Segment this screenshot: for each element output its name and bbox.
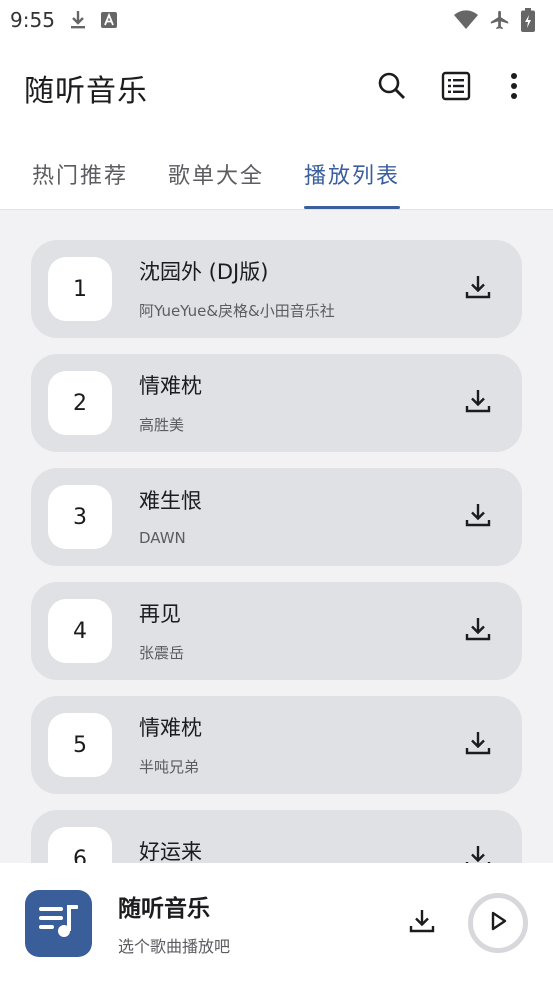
download-icon [465, 616, 491, 646]
song-index: 3 [48, 485, 112, 549]
tab-play-queue[interactable]: 播放列表 [304, 136, 401, 209]
play-button[interactable] [468, 893, 528, 953]
more-vert-icon [510, 72, 518, 104]
album-cover [25, 889, 92, 957]
song-item[interactable]: 6 好运来 [31, 810, 522, 863]
mini-player[interactable]: 随听音乐 选个歌曲播放吧 [0, 863, 553, 983]
song-item[interactable]: 4 再见 张震岳 [31, 582, 522, 680]
list-view-button[interactable] [431, 63, 481, 113]
song-index: 2 [48, 371, 112, 435]
music-note-icon [36, 901, 82, 945]
download-icon [69, 10, 87, 30]
song-index: 6 [48, 827, 112, 863]
song-title: 情难枕 [139, 715, 202, 740]
search-button[interactable] [367, 63, 417, 113]
song-item[interactable]: 3 难生恨 DAWN [31, 468, 522, 566]
song-item[interactable]: 5 情难枕 半吨兄弟 [31, 696, 522, 794]
download-button[interactable] [458, 611, 498, 651]
song-title: 再见 [139, 601, 181, 626]
song-artist: DAWN [139, 529, 186, 547]
list-icon [441, 71, 471, 105]
status-time: 9:55 [10, 8, 55, 32]
play-icon [489, 911, 507, 935]
more-options-button[interactable] [499, 63, 529, 113]
song-item[interactable]: 1 沈园外 (DJ版) 阿YueYue&戾格&小田音乐社 [31, 240, 522, 338]
airplane-icon [489, 9, 511, 31]
search-icon [377, 71, 407, 105]
app-title: 随听音乐 [24, 74, 148, 109]
download-button[interactable] [458, 383, 498, 423]
download-button[interactable] [458, 725, 498, 765]
text-a-icon [100, 12, 117, 28]
tab-playlists[interactable]: 歌单大全 [168, 136, 264, 209]
download-icon [409, 908, 435, 938]
playlist-content[interactable]: 1 沈园外 (DJ版) 阿YueYue&戾格&小田音乐社 2 情难枕 高胜美 3… [0, 210, 553, 863]
song-item[interactable]: 2 情难枕 高胜美 [31, 354, 522, 452]
song-index: 5 [48, 713, 112, 777]
download-icon [465, 730, 491, 760]
tab-hot-recommend[interactable]: 热门推荐 [32, 136, 128, 209]
song-artist: 阿YueYue&戾格&小田音乐社 [139, 301, 335, 320]
song-title: 沈园外 (DJ版) [139, 259, 269, 284]
download-button[interactable] [458, 839, 498, 863]
app-bar: 随听音乐 [0, 56, 553, 120]
download-icon [465, 274, 491, 304]
song-artist: 半吨兄弟 [139, 757, 200, 776]
battery-icon [521, 8, 535, 32]
song-list: 1 沈园外 (DJ版) 阿YueYue&戾格&小田音乐社 2 情难枕 高胜美 3… [0, 210, 553, 863]
song-artist: 张震岳 [139, 643, 185, 662]
song-index: 1 [48, 257, 112, 321]
song-title: 好运来 [139, 840, 202, 863]
song-artist: 高胜美 [139, 415, 185, 434]
download-icon [465, 388, 491, 418]
player-subtitle: 选个歌曲播放吧 [118, 937, 231, 956]
tab-bar: 热门推荐 歌单大全 播放列表 [0, 136, 553, 210]
song-title: 情难枕 [139, 373, 202, 398]
download-icon [465, 502, 491, 532]
player-title: 随听音乐 [118, 896, 210, 922]
download-button[interactable] [458, 269, 498, 309]
song-title: 难生恨 [139, 489, 202, 513]
wifi-icon [453, 10, 479, 30]
player-download-button[interactable] [400, 901, 444, 945]
download-button[interactable] [458, 497, 498, 537]
status-bar: 9:55 [0, 0, 553, 40]
download-icon [465, 844, 491, 863]
song-index: 4 [48, 599, 112, 663]
